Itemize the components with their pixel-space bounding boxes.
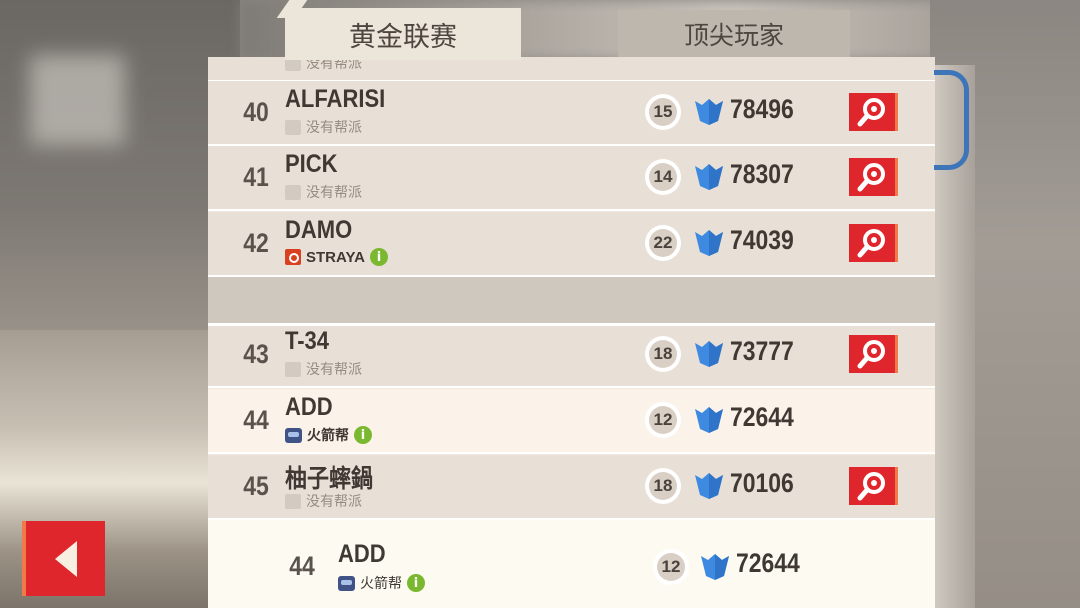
no-gang-icon bbox=[285, 493, 301, 509]
no-gang-icon bbox=[285, 361, 301, 377]
table-row[interactable]: 45 柚子蟀鍋 没有帮派 18 70106 bbox=[208, 455, 935, 520]
level-badge: 15 bbox=[645, 94, 681, 130]
no-gang-icon bbox=[285, 184, 301, 200]
gang-name: 没有帮派 bbox=[306, 362, 362, 378]
level-number: 12 bbox=[649, 406, 677, 434]
trophy-score: 72644 bbox=[730, 402, 794, 432]
info-icon[interactable]: i bbox=[369, 248, 388, 266]
level-number: 22 bbox=[649, 229, 677, 257]
player-name[interactable]: ADD bbox=[338, 540, 386, 569]
player-gang: 火箭帮 i bbox=[285, 425, 372, 445]
table-row[interactable]: 41 PICK 没有帮派 14 78307 bbox=[208, 146, 935, 211]
level-badge: 18 bbox=[645, 468, 681, 504]
back-arrow-icon bbox=[54, 540, 77, 577]
spy-button[interactable] bbox=[849, 467, 895, 505]
rank-number: 42 bbox=[243, 228, 269, 258]
trophy-icon bbox=[695, 407, 723, 433]
trophy-icon bbox=[695, 341, 723, 367]
table-row-clipped: 没有帮派 bbox=[208, 57, 935, 82]
magnifier-icon bbox=[857, 163, 885, 192]
spy-button[interactable] bbox=[849, 335, 895, 373]
rank-number: 43 bbox=[243, 339, 269, 369]
player-name[interactable]: 柚子蟀鍋 bbox=[285, 459, 373, 495]
list-divider bbox=[208, 277, 935, 326]
rank-number: 41 bbox=[243, 162, 269, 192]
player-gang: 没有帮派 bbox=[285, 491, 362, 511]
gang-emblem-icon bbox=[285, 249, 301, 265]
table-row[interactable]: 42 DAMO STRAYA i 22 74039 bbox=[208, 212, 935, 277]
no-gang-icon bbox=[285, 119, 301, 135]
trophy-icon bbox=[695, 164, 723, 190]
magnifier-icon bbox=[857, 229, 885, 258]
gang-name: 没有帮派 bbox=[306, 185, 362, 201]
background-wall-left bbox=[0, 0, 240, 340]
level-badge: 12 bbox=[653, 549, 689, 585]
player-name[interactable]: ADD bbox=[285, 393, 333, 422]
player-name[interactable]: DAMO bbox=[285, 216, 352, 245]
info-icon[interactable]: i bbox=[354, 426, 372, 444]
trophy-score: 72644 bbox=[736, 548, 800, 578]
level-badge: 18 bbox=[645, 336, 681, 372]
player-name[interactable]: PICK bbox=[285, 150, 338, 179]
player-name[interactable]: ALFARISI bbox=[285, 85, 385, 114]
table-row[interactable]: 43 T-34 没有帮派 18 73777 bbox=[208, 323, 935, 388]
trophy-icon bbox=[695, 99, 723, 125]
tab-gold-league[interactable]: 黄金联赛 bbox=[285, 8, 521, 60]
gang-name: 火箭帮 bbox=[360, 576, 402, 592]
player-gang: 没有帮派 bbox=[285, 359, 362, 379]
rank-number: 44 bbox=[289, 551, 315, 581]
trophy-score: 70106 bbox=[730, 468, 794, 498]
level-badge: 22 bbox=[645, 225, 681, 261]
trophy-score: 78496 bbox=[730, 94, 794, 124]
level-number: 18 bbox=[649, 340, 677, 368]
table-row[interactable]: 40 ALFARISI 没有帮派 15 78496 bbox=[208, 81, 935, 146]
spy-button[interactable] bbox=[849, 224, 895, 262]
magnifier-icon bbox=[857, 98, 885, 127]
magnifier-icon bbox=[857, 472, 885, 501]
level-badge: 12 bbox=[645, 402, 681, 438]
player-gang: STRAYA i bbox=[285, 248, 388, 266]
paper-clip-icon bbox=[934, 70, 969, 170]
spy-button[interactable] bbox=[849, 93, 895, 131]
player-gang: 没有帮派 bbox=[285, 117, 362, 137]
table-row[interactable]: 44 ADD 火箭帮 i 12 72644 bbox=[208, 389, 935, 454]
level-number: 18 bbox=[649, 472, 677, 500]
trophy-score: 78307 bbox=[730, 159, 794, 189]
gang-emblem-icon bbox=[285, 427, 302, 443]
rank-number: 45 bbox=[243, 471, 269, 501]
level-badge: 14 bbox=[645, 159, 681, 195]
level-number: 14 bbox=[649, 163, 677, 191]
trophy-icon bbox=[695, 230, 723, 256]
gang-name: STRAYA bbox=[306, 248, 365, 266]
level-number: 15 bbox=[649, 98, 677, 126]
spy-button[interactable] bbox=[849, 158, 895, 196]
rank-number: 40 bbox=[243, 97, 269, 127]
gang-emblem-icon bbox=[338, 575, 355, 591]
trophy-icon bbox=[701, 554, 729, 580]
gang-name: 没有帮派 bbox=[306, 494, 362, 510]
trophy-score: 73777 bbox=[730, 336, 794, 366]
tab-top-players[interactable]: 顶尖玩家 bbox=[618, 10, 850, 58]
rank-number: 44 bbox=[243, 405, 269, 435]
level-number: 12 bbox=[657, 553, 685, 581]
info-icon[interactable]: i bbox=[407, 574, 425, 592]
trophy-score: 74039 bbox=[730, 225, 794, 255]
player-gang: 火箭帮 i bbox=[338, 573, 425, 593]
background-window bbox=[30, 55, 125, 145]
trophy-icon bbox=[695, 473, 723, 499]
current-player-row: 44 ADD 火箭帮 i 12 72644 bbox=[208, 520, 935, 608]
leaderboard-card: 没有帮派 40 ALFARISI 没有帮派 15 78496 41 PICK 没… bbox=[208, 57, 935, 608]
back-button[interactable] bbox=[26, 521, 105, 596]
gang-name: 没有帮派 bbox=[306, 120, 362, 136]
gang-name: 火箭帮 bbox=[307, 428, 349, 444]
player-name[interactable]: T-34 bbox=[285, 327, 329, 356]
magnifier-icon bbox=[857, 340, 885, 369]
player-gang: 没有帮派 bbox=[285, 182, 362, 202]
